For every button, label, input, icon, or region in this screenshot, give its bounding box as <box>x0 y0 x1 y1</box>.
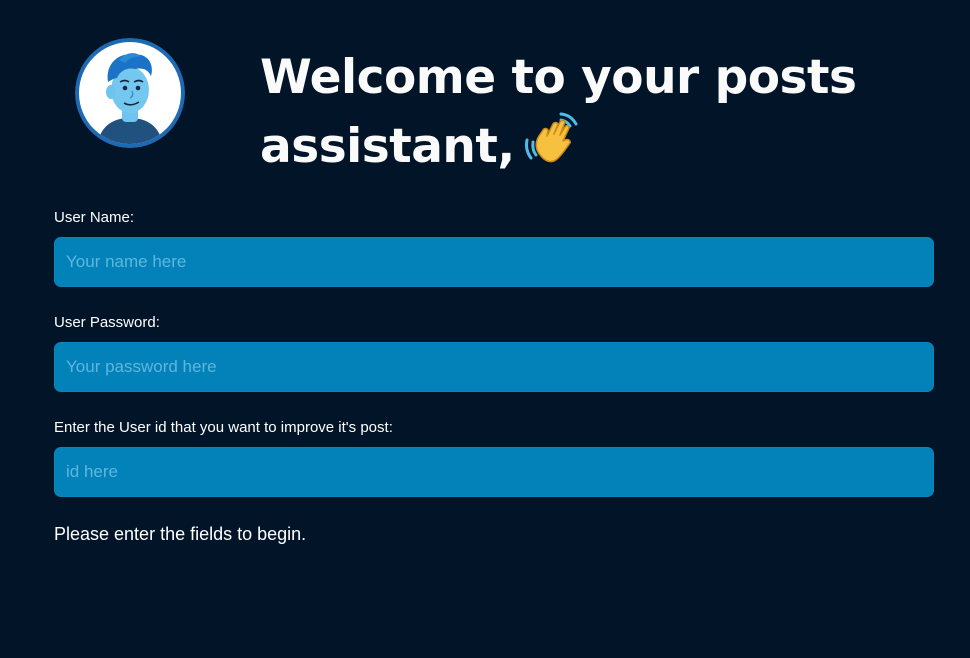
page-title: Welcome to your posts assistant, <box>260 46 940 179</box>
waving-hand-emoji-icon <box>521 110 581 170</box>
password-label: User Password: <box>54 314 160 331</box>
password-input[interactable] <box>54 342 934 392</box>
status-message: Please enter the fields to begin. <box>54 524 307 544</box>
user-id-label: Enter the User id that you want to impro… <box>54 419 393 436</box>
app-page: Welcome to your posts assistant, User Na… <box>0 0 970 658</box>
user-id-input[interactable] <box>54 447 934 497</box>
username-input[interactable] <box>54 237 934 287</box>
cartoon-man-avatar-icon <box>75 38 185 148</box>
username-label: User Name: <box>54 209 135 226</box>
avatar <box>75 38 185 148</box>
